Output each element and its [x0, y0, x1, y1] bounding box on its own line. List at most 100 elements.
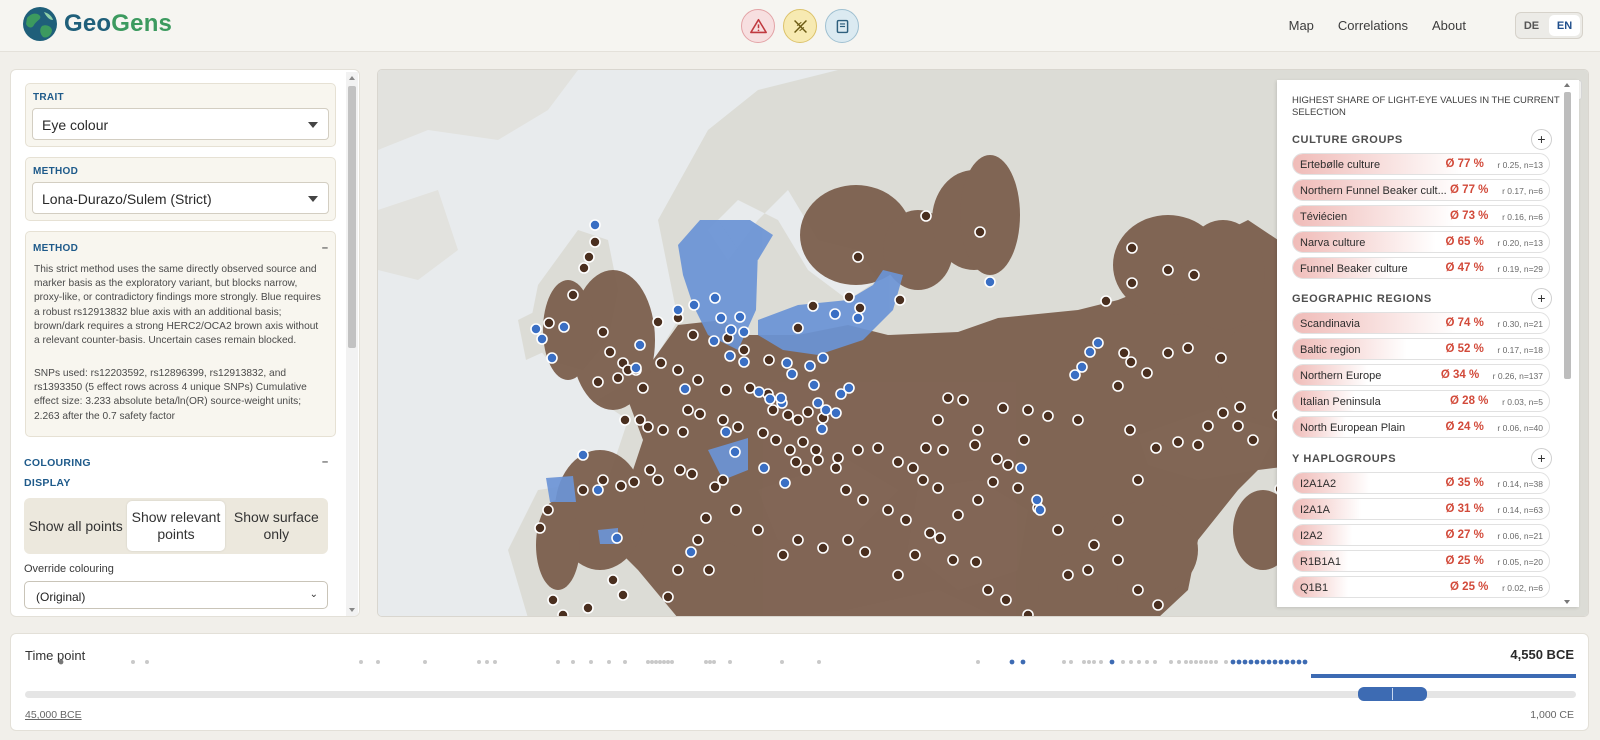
- legend-row[interactable]: I2A1A r 0.14, n=63 Ø 31 %: [1292, 498, 1550, 520]
- sample-point[interactable]: [672, 364, 684, 376]
- sample-point[interactable]: [725, 324, 737, 336]
- legend-row[interactable]: I2A1A2 r 0.14, n=38 Ø 35 %: [1292, 472, 1550, 494]
- show-relevant-points-button[interactable]: Show relevant points: [127, 501, 225, 551]
- sample-point[interactable]: [843, 382, 855, 394]
- scroll-up-icon[interactable]: [1564, 83, 1570, 87]
- legend-row[interactable]: R1B1A1 r 0.05, n=20 Ø 25 %: [1292, 550, 1550, 572]
- method-info-collapse-button[interactable]: –: [322, 242, 328, 254]
- legend-row[interactable]: Italian Peninsula r 0.03, n=5 Ø 28 %: [1292, 390, 1550, 412]
- sample-point[interactable]: [583, 251, 595, 263]
- sample-point[interactable]: [1072, 414, 1084, 426]
- scroll-down-icon[interactable]: [349, 608, 355, 612]
- sample-point[interactable]: [1118, 347, 1130, 359]
- sample-point[interactable]: [784, 444, 796, 456]
- legend-row[interactable]: Q1B1 r 0.02, n=6 Ø 25 %: [1292, 576, 1550, 598]
- legend-row[interactable]: North European Plain r 0.06, n=40 Ø 24 %: [1292, 416, 1550, 438]
- sample-point[interactable]: [829, 308, 841, 320]
- sample-point[interactable]: [786, 368, 798, 380]
- sample-point[interactable]: [686, 468, 698, 480]
- sample-point[interactable]: [720, 426, 732, 438]
- sample-point[interactable]: [1015, 462, 1027, 474]
- sample-point[interactable]: [857, 494, 869, 506]
- sample-point[interactable]: [1217, 407, 1229, 419]
- sample-point[interactable]: [677, 426, 689, 438]
- sample-point[interactable]: [694, 408, 706, 420]
- sample-point[interactable]: [932, 414, 944, 426]
- sample-point[interactable]: [652, 316, 664, 328]
- book-button[interactable]: [825, 9, 859, 43]
- sample-point[interactable]: [1150, 442, 1162, 454]
- sample-point[interactable]: [917, 474, 929, 486]
- sample-point[interactable]: [924, 527, 936, 539]
- sample-point[interactable]: [589, 219, 601, 231]
- sample-point[interactable]: [717, 414, 729, 426]
- sample-point[interactable]: [634, 414, 646, 426]
- sample-point[interactable]: [982, 584, 994, 596]
- sample-point[interactable]: [577, 449, 589, 461]
- sample-point[interactable]: [882, 504, 894, 516]
- sample-point[interactable]: [920, 442, 932, 454]
- scroll-down-icon[interactable]: [1564, 600, 1570, 604]
- sample-point[interactable]: [1141, 367, 1153, 379]
- sample-point[interactable]: [692, 374, 704, 386]
- sample-point[interactable]: [1124, 424, 1136, 436]
- sample-point[interactable]: [843, 291, 855, 303]
- sample-point[interactable]: [578, 262, 590, 274]
- sample-point[interactable]: [687, 329, 699, 341]
- sample-point[interactable]: [738, 326, 750, 338]
- sample-point[interactable]: [738, 356, 750, 368]
- sample-point[interactable]: [1100, 295, 1112, 307]
- sample-point[interactable]: [1247, 434, 1259, 446]
- sample-point[interactable]: [628, 476, 640, 488]
- sample-point[interactable]: [652, 474, 664, 486]
- sample-point[interactable]: [987, 476, 999, 488]
- sample-point[interactable]: [1082, 564, 1094, 576]
- sample-point[interactable]: [536, 333, 548, 345]
- lang-de[interactable]: DE: [1516, 13, 1547, 38]
- sample-point[interactable]: [817, 542, 829, 554]
- sample-point[interactable]: [767, 404, 779, 416]
- sample-point[interactable]: [724, 350, 736, 362]
- sample-point[interactable]: [830, 462, 842, 474]
- sample-point[interactable]: [672, 564, 684, 576]
- legend-row[interactable]: Narva culture r 0.20, n=13 Ø 65 %: [1292, 231, 1550, 253]
- sample-point[interactable]: [1125, 356, 1137, 368]
- legend-row[interactable]: Funnel Beaker culture r 0.19, n=29 Ø 47 %: [1292, 257, 1550, 279]
- sample-point[interactable]: [662, 591, 674, 603]
- sample-point[interactable]: [817, 352, 829, 364]
- sample-point[interactable]: [752, 524, 764, 536]
- nav-correlations[interactable]: Correlations: [1338, 18, 1408, 33]
- sample-point[interactable]: [582, 602, 594, 614]
- sample-point[interactable]: [1022, 404, 1034, 416]
- sample-point[interactable]: [820, 404, 832, 416]
- sample-point[interactable]: [942, 392, 954, 404]
- sample-point[interactable]: [644, 464, 656, 476]
- sample-point[interactable]: [729, 446, 741, 458]
- sample-point[interactable]: [546, 352, 558, 364]
- sample-point[interactable]: [808, 379, 820, 391]
- sample-point[interactable]: [597, 326, 609, 338]
- sample-point[interactable]: [909, 549, 921, 561]
- sample-point[interactable]: [970, 556, 982, 568]
- sample-point[interactable]: [720, 384, 732, 396]
- sample-point[interactable]: [1031, 494, 1043, 506]
- sample-point[interactable]: [777, 549, 789, 561]
- sample-point[interactable]: [1076, 361, 1088, 373]
- sample-point[interactable]: [1182, 342, 1194, 354]
- sample-point[interactable]: [1022, 609, 1034, 617]
- scroll-thumb[interactable]: [1564, 92, 1571, 379]
- lang-en[interactable]: EN: [1549, 15, 1580, 36]
- warning-button[interactable]: [741, 9, 775, 43]
- show-all-points-button[interactable]: Show all points: [27, 501, 124, 551]
- sample-point[interactable]: [770, 434, 782, 446]
- sample-point[interactable]: [1188, 269, 1200, 281]
- nav-map[interactable]: Map: [1289, 18, 1314, 33]
- legend-row[interactable]: Scandinavia r 0.30, n=21 Ø 74 %: [1292, 312, 1550, 334]
- sample-point[interactable]: [1162, 347, 1174, 359]
- sample-point[interactable]: [947, 554, 959, 566]
- sample-point[interactable]: [920, 210, 932, 222]
- sample-point[interactable]: [830, 407, 842, 419]
- sample-point[interactable]: [589, 236, 601, 248]
- sample-point[interactable]: [672, 304, 684, 316]
- sample-point[interactable]: [597, 474, 609, 486]
